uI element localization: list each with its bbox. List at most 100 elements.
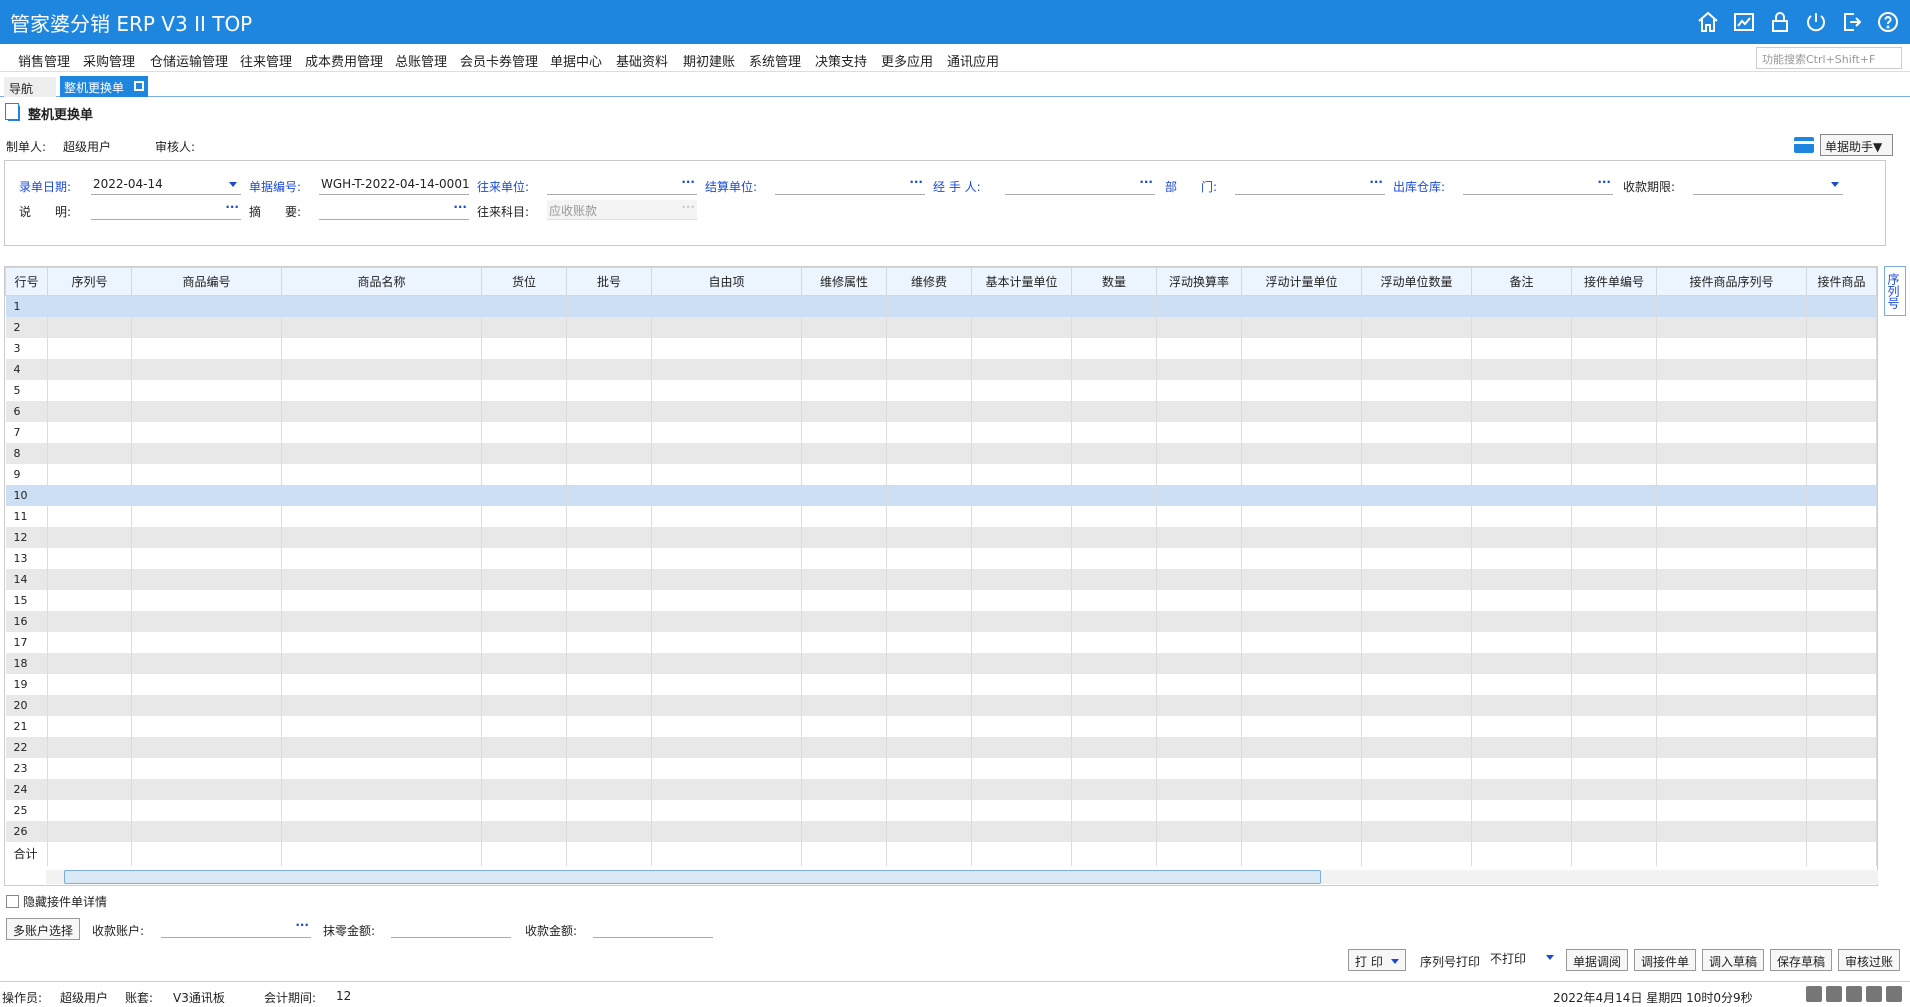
grid-cell[interactable] [971,736,1072,758]
grid-cell[interactable] [971,694,1072,716]
grid-cell[interactable] [971,337,1072,359]
grid-cell[interactable] [281,736,482,758]
grid-cell[interactable] [1071,421,1157,443]
grid-cell[interactable] [1071,631,1157,653]
grid-cell[interactable] [481,337,567,359]
table-row[interactable]: 15 [5,589,1877,611]
grid-cell[interactable] [1156,568,1242,590]
term-field[interactable] [1693,175,1843,195]
grid-cell[interactable] [1241,673,1362,695]
grid-cell[interactable] [1361,799,1472,821]
grid-cell[interactable] [1806,547,1877,569]
grid-cell[interactable] [651,673,802,695]
column-header[interactable]: 行号 [5,267,48,296]
grid-cell[interactable] [566,379,652,401]
grid-cell[interactable] [281,400,482,422]
grid-cell[interactable] [1471,547,1572,569]
grid-cell[interactable] [886,526,972,548]
grid-cell[interactable] [1656,337,1807,359]
multi-account-button[interactable]: 多账户选择 [6,918,81,940]
grid-cell[interactable] [886,442,972,464]
grid-cell[interactable] [281,316,482,338]
grid-cell[interactable] [1806,673,1877,695]
tab-navigation[interactable]: 导航 [4,77,56,97]
menu-more-apps[interactable]: 更多应用 [881,51,933,70]
grid-cell[interactable] [801,652,887,674]
grid-cell[interactable] [1361,400,1472,422]
grid-cell[interactable] [566,463,652,485]
grid-cell[interactable] [281,379,482,401]
grid-cell[interactable] [566,652,652,674]
grid-cell[interactable] [1361,358,1472,380]
grid-cell[interactable] [1471,799,1572,821]
grid-cell[interactable] [131,463,282,485]
grid-cell[interactable] [801,295,887,317]
call-receipt-button[interactable]: 调接件单 [1634,949,1697,971]
grid-cell[interactable] [1071,442,1157,464]
grid-cell[interactable] [1071,337,1157,359]
grid-cell[interactable] [481,505,567,527]
grid-cell[interactable] [971,757,1072,779]
grid-cell[interactable] [1156,757,1242,779]
grid-cell[interactable] [281,610,482,632]
grid-cell[interactable] [566,610,652,632]
grid-cell[interactable] [801,526,887,548]
grid-cell[interactable] [1361,736,1472,758]
grid-cell[interactable] [1571,379,1657,401]
grid-cell[interactable] [131,652,282,674]
grid-cell[interactable] [651,589,802,611]
grid-cell[interactable] [481,757,567,779]
grid-cell[interactable] [1471,358,1572,380]
grid-cell[interactable] [281,358,482,380]
grid-cell[interactable] [971,652,1072,674]
chart-icon[interactable] [1730,8,1758,36]
grid-cell[interactable] [1656,778,1807,800]
grid-cell[interactable] [1071,778,1157,800]
horizontal-scrollbar[interactable] [46,870,1878,884]
dept-field[interactable]: ··· [1235,175,1385,195]
doc-lookup-button[interactable]: 单据调阅 [1566,949,1629,971]
card-icon[interactable] [1794,137,1814,153]
grid-cell[interactable] [1571,589,1657,611]
grid-cell[interactable] [566,799,652,821]
grid-cell[interactable] [1471,736,1572,758]
grid-cell[interactable] [131,610,282,632]
grid-cell[interactable] [1656,547,1807,569]
grid-cell[interactable] [131,505,282,527]
grid-cell[interactable] [566,568,652,590]
grid-cell[interactable] [131,379,282,401]
grid-cell[interactable] [47,547,132,569]
grid-cell[interactable] [651,631,802,653]
grid-cell[interactable] [1471,673,1572,695]
grid-cell[interactable] [801,505,887,527]
column-header[interactable]: 浮动换算率 [1156,267,1242,296]
column-header[interactable]: 维修属性 [801,267,887,296]
grid-cell[interactable] [801,589,887,611]
grid-cell[interactable] [481,820,567,842]
grid-cell[interactable] [47,631,132,653]
grid-cell[interactable] [1471,295,1572,317]
grid-cell[interactable] [1656,400,1807,422]
table-row[interactable]: 25 [5,799,1877,821]
home-icon[interactable] [1694,8,1722,36]
grid-cell[interactable] [1156,547,1242,569]
menu-contacts[interactable]: 往来管理 [240,51,292,70]
grid-cell[interactable] [1071,694,1157,716]
column-header[interactable]: 接件商品 [1806,267,1877,296]
grid-cell[interactable] [1806,316,1877,338]
grid-cell[interactable] [1241,589,1362,611]
grid-cell[interactable] [1571,610,1657,632]
grid-cell[interactable] [47,610,132,632]
grid-cell[interactable] [971,442,1072,464]
grid-cell[interactable] [131,715,282,737]
grid-cell[interactable] [1471,505,1572,527]
grid-cell[interactable] [1571,400,1657,422]
grid-cell[interactable] [1571,547,1657,569]
grid-cell[interactable] [566,316,652,338]
table-row[interactable]: 16 [5,610,1877,632]
grid-cell[interactable] [1656,673,1807,695]
grid-cell[interactable] [481,295,567,317]
desc-field[interactable]: ··· [91,200,241,220]
column-header[interactable]: 接件商品序列号 [1656,267,1807,296]
grid-cell[interactable] [801,694,887,716]
